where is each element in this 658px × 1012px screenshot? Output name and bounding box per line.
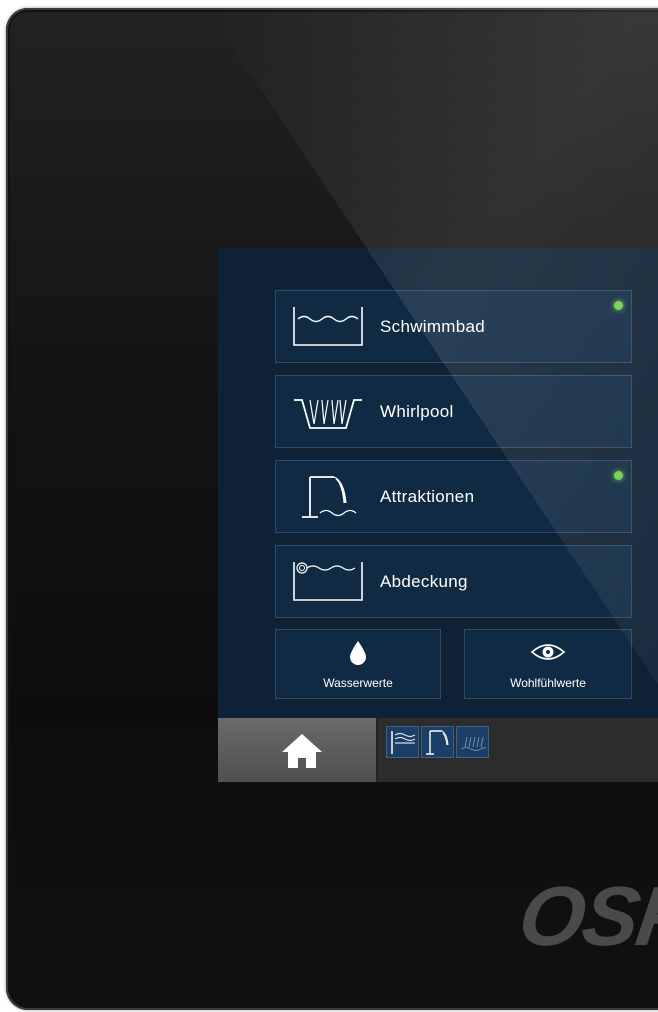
taskbar	[218, 718, 658, 782]
menu-item-abdeckung[interactable]: Abdeckung	[275, 545, 632, 618]
brand-logo: OSF	[513, 869, 658, 963]
menu-item-label: Schwimmbad	[380, 316, 486, 336]
pool-icon	[290, 301, 366, 356]
quick-counter-current-button[interactable]	[386, 726, 419, 758]
quick-waterfall-button[interactable]	[421, 726, 454, 758]
water-values-button[interactable]: Wasserwerte	[275, 629, 441, 699]
water-values-label: Wasserwerte	[323, 676, 393, 690]
menu-item-label: Abdeckung	[380, 571, 468, 591]
pool-cover-icon	[290, 556, 366, 611]
menu-item-label: Attraktionen	[380, 486, 475, 506]
waterfall-icon	[290, 471, 366, 528]
quick-massage-jets-button[interactable]	[456, 726, 489, 758]
massage-jets-icon	[460, 736, 487, 751]
menu-item-whirlpool[interactable]: Whirlpool	[275, 375, 632, 448]
eye-icon	[530, 640, 566, 669]
status-indicator	[614, 301, 623, 310]
home-button[interactable]	[218, 718, 378, 782]
whirlpool-icon	[290, 386, 366, 441]
menu-item-schwimmbad[interactable]: Schwimmbad	[275, 290, 632, 363]
menu-item-attraktionen[interactable]: Attraktionen	[275, 460, 632, 533]
counter-current-icon	[391, 731, 416, 754]
touch-screen: Schwimmbad Whirlpool Attraktionen Abdeck…	[218, 248, 658, 782]
water-drop-icon	[348, 640, 368, 671]
waterfall-icon	[426, 730, 449, 755]
wellness-values-button[interactable]: Wohlfühlwerte	[464, 629, 632, 699]
menu-item-label: Whirlpool	[380, 401, 454, 421]
wellness-values-label: Wohlfühlwerte	[510, 676, 586, 690]
status-indicator	[614, 471, 623, 480]
